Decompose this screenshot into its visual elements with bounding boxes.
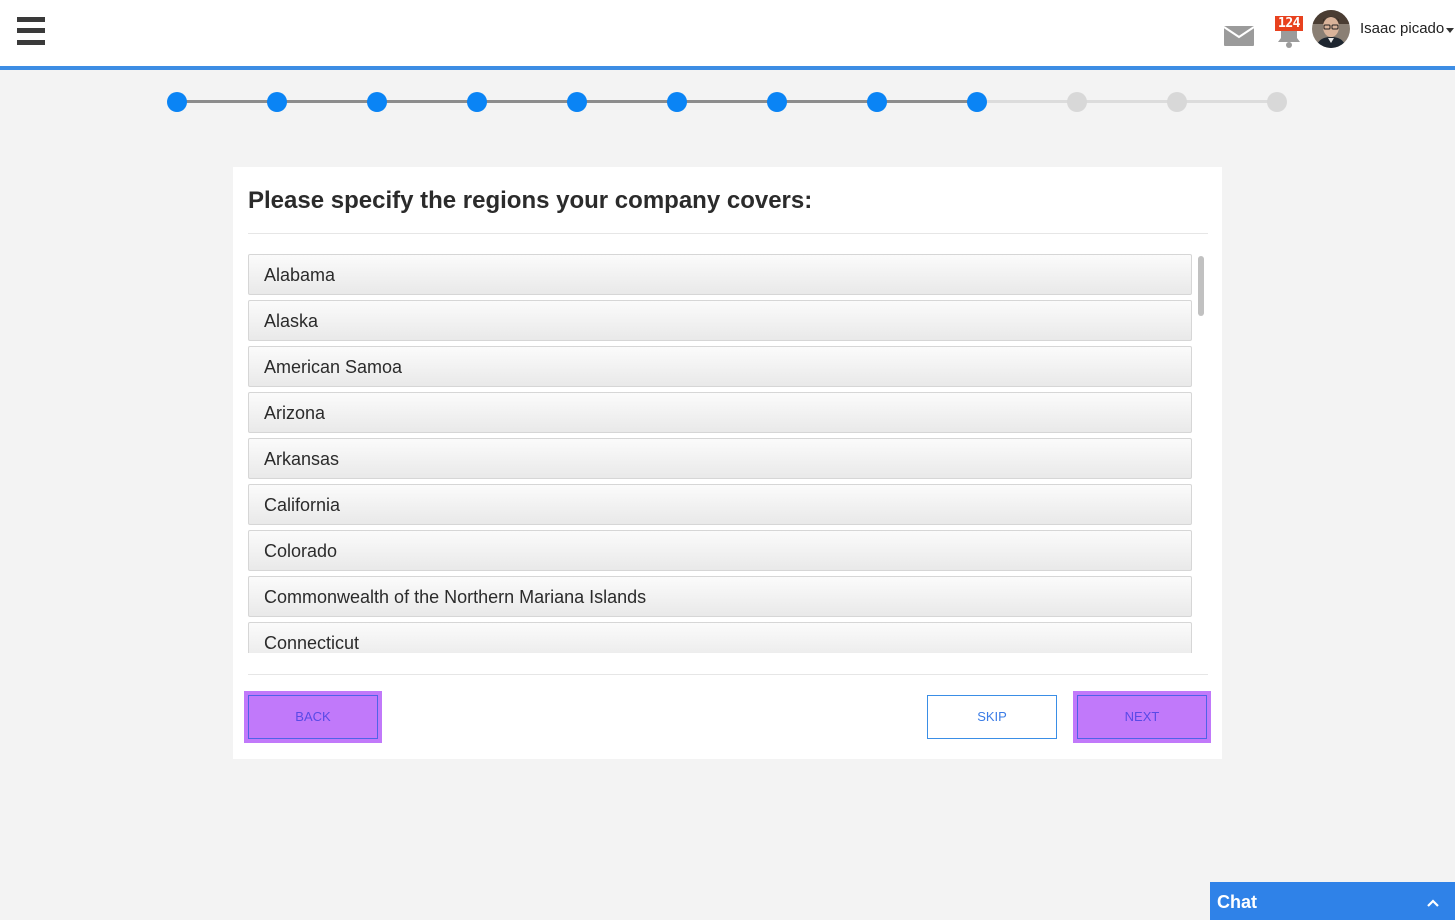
title-divider xyxy=(248,233,1208,234)
notifications-button[interactable]: 124 xyxy=(1271,14,1307,50)
regions-card: Please specify the regions your company … xyxy=(233,167,1222,759)
mail-icon[interactable] xyxy=(1224,23,1254,47)
stepper-dot xyxy=(367,92,387,112)
chat-label: Chat xyxy=(1217,892,1257,912)
stepper-dot xyxy=(267,92,287,112)
stepper-dot xyxy=(1067,92,1087,112)
stepper-dot xyxy=(667,92,687,112)
stepper-dot xyxy=(767,92,787,112)
stepper-connector xyxy=(477,100,577,103)
stepper-connector xyxy=(677,100,777,103)
stepper-dot xyxy=(567,92,587,112)
stepper-connector xyxy=(977,100,1077,103)
region-option[interactable]: Arizona xyxy=(248,392,1192,433)
stepper-connector xyxy=(1077,100,1177,103)
stepper-dot xyxy=(1167,92,1187,112)
stepper-dot xyxy=(867,92,887,112)
region-option[interactable]: Alabama xyxy=(248,254,1192,295)
footer-divider xyxy=(248,674,1208,675)
hamburger-menu-icon[interactable] xyxy=(17,17,45,45)
region-label: Connecticut xyxy=(264,633,360,653)
notification-badge: 124 xyxy=(1275,16,1303,31)
back-button[interactable]: BACK xyxy=(244,691,382,743)
region-label: Alaska xyxy=(264,311,319,331)
stepper-connector xyxy=(1177,100,1277,103)
region-option[interactable]: Colorado xyxy=(248,530,1192,571)
stepper-connector xyxy=(377,100,477,103)
next-button[interactable]: NEXT xyxy=(1073,691,1211,743)
stepper-dot xyxy=(467,92,487,112)
user-avatar[interactable] xyxy=(1312,10,1350,48)
regions-list[interactable]: Alabama Alaska American Samoa Arizona Arkans… xyxy=(248,253,1208,653)
region-label: California xyxy=(264,495,341,515)
chat-widget[interactable]: Chat xyxy=(1210,882,1455,920)
stepper-dot xyxy=(967,92,987,112)
region-label: Arizona xyxy=(264,403,326,423)
region-label: American Samoa xyxy=(264,357,403,377)
page-title: Please specify the regions your company … xyxy=(248,187,813,214)
username-label[interactable]: Isaac picado xyxy=(1360,20,1444,37)
region-label: Alabama xyxy=(264,265,336,285)
region-option[interactable]: Commonwealth of the Northern Mariana Isl… xyxy=(248,576,1192,617)
header-accent-line xyxy=(0,66,1455,70)
stepper-connector xyxy=(777,100,877,103)
chevron-up-icon[interactable] xyxy=(1426,896,1440,910)
stepper-connector xyxy=(577,100,677,103)
region-option[interactable]: Arkansas xyxy=(248,438,1192,479)
stepper-dot xyxy=(167,92,187,112)
stepper-dot xyxy=(1267,92,1287,112)
chevron-down-icon[interactable] xyxy=(1446,28,1454,33)
region-option[interactable]: California xyxy=(248,484,1192,525)
region-label: Colorado xyxy=(264,541,338,561)
progress-stepper xyxy=(0,90,1455,114)
skip-button[interactable]: SKIP xyxy=(927,695,1057,739)
stepper-connector xyxy=(177,100,277,103)
region-option[interactable]: Connecticut xyxy=(248,622,1192,653)
stepper-connector xyxy=(877,100,977,103)
region-option[interactable]: Alaska xyxy=(248,300,1192,341)
scrollbar-thumb[interactable] xyxy=(1198,256,1204,316)
region-label: Commonwealth of the Northern Mariana Isl… xyxy=(264,587,647,607)
region-option[interactable]: American Samoa xyxy=(248,346,1192,387)
top-navbar: 124 Isaac picado xyxy=(0,0,1455,66)
list-scrollbar[interactable] xyxy=(1195,253,1207,653)
stepper-connector xyxy=(277,100,377,103)
region-label: Arkansas xyxy=(264,449,340,469)
